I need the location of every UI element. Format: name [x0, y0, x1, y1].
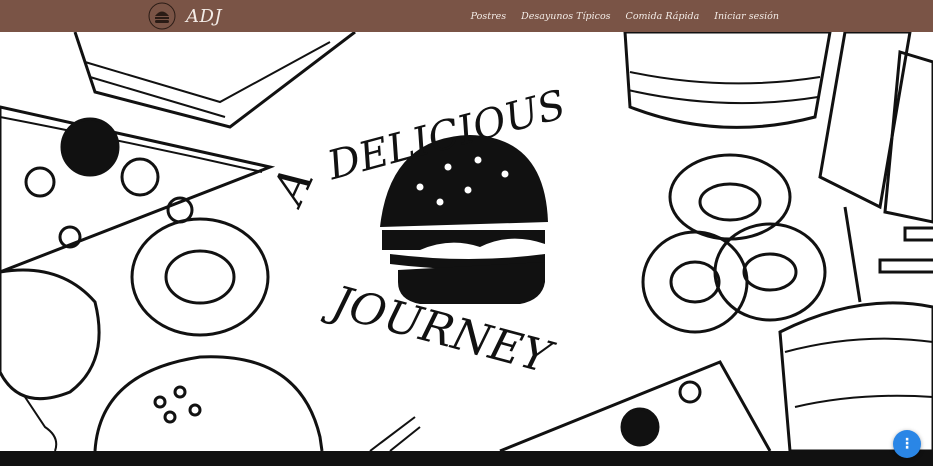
- burger-top-right-illustration: [623, 32, 832, 129]
- brand-logo-icon: [148, 2, 176, 30]
- nav-link-postres[interactable]: Postres: [471, 11, 506, 22]
- hero-banner: A DELICIOUS JOURNEY: [0, 32, 933, 451]
- a-delicious-journey-logo: A DELICIOUS JOURNEY: [259, 82, 570, 385]
- nav-link-desayunos-tipicos[interactable]: Desayunos Típicos: [521, 11, 610, 22]
- fries-bottom-illustration: [369, 416, 421, 451]
- brand[interactable]: ADJ: [148, 2, 222, 30]
- sandwich-illustration: [73, 32, 356, 129]
- onion-rings-right-illustration: [641, 153, 827, 334]
- chicken-illustration: [0, 268, 101, 451]
- brand-name: ADJ: [186, 5, 223, 27]
- fries-illustration: [878, 226, 933, 274]
- burger-bottom-illustration: [93, 355, 324, 451]
- nav-link-iniciar-sesion[interactable]: Iniciar sesión: [714, 11, 779, 22]
- bottom-bar: [0, 451, 933, 466]
- top-navbar: ADJ Postres Desayunos Típicos Comida Ráp…: [0, 0, 933, 32]
- pizza-slice-illustration: [0, 105, 276, 274]
- bacon-illustration: [818, 32, 933, 224]
- main-nav: Postres Desayunos Típicos Comida Rápida …: [471, 0, 779, 32]
- drink-cup-illustration: [778, 206, 933, 451]
- more-options-button[interactable]: ⋮: [893, 430, 921, 458]
- more-vert-icon: ⋮: [900, 436, 914, 452]
- onion-ring-illustration: [130, 217, 270, 337]
- hero-illustration: A DELICIOUS JOURNEY: [0, 32, 933, 451]
- nav-link-comida-rapida[interactable]: Comida Rápida: [626, 11, 700, 22]
